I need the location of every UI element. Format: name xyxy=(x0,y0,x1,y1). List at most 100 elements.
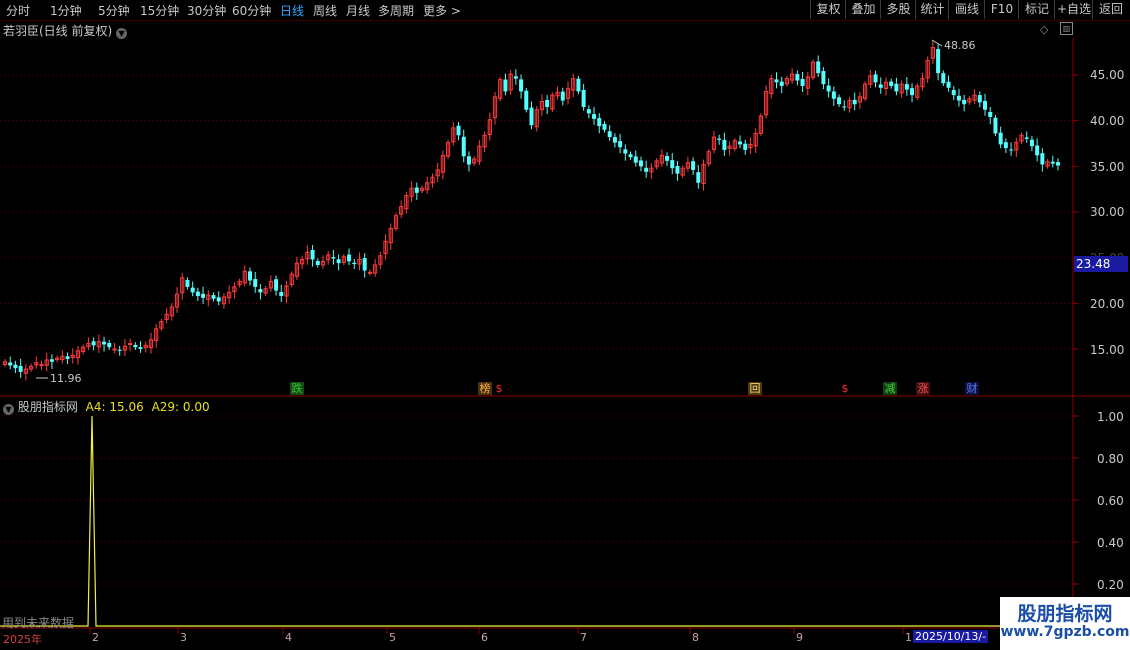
x-tick-aug: 8 xyxy=(692,631,699,644)
candle xyxy=(821,67,826,90)
candle xyxy=(487,112,492,141)
candle-body xyxy=(691,161,696,170)
candle xyxy=(753,128,758,153)
candle-body xyxy=(138,347,143,349)
candle xyxy=(227,285,232,304)
candle xyxy=(221,293,227,309)
candle-body xyxy=(49,359,54,362)
event-marker-rank[interactable]: 榜 xyxy=(478,382,492,395)
indicator-name: 股朋指标网 xyxy=(17,400,78,414)
candle xyxy=(920,72,925,91)
candle xyxy=(341,254,346,266)
candle xyxy=(795,70,800,86)
candle xyxy=(174,287,180,314)
candle-body xyxy=(315,260,320,265)
candle-body xyxy=(128,343,133,346)
candle-body xyxy=(39,364,44,367)
candlestick-series xyxy=(2,40,1060,381)
candle-body xyxy=(117,349,122,351)
candle-body xyxy=(190,287,195,293)
candle xyxy=(993,115,998,137)
event-marker-return[interactable]: 回 xyxy=(748,382,762,395)
candle-body xyxy=(211,295,216,299)
candle xyxy=(863,81,868,102)
event-marker-dollar[interactable]: $ xyxy=(492,382,506,395)
candle-body xyxy=(962,99,967,105)
candle xyxy=(430,173,435,188)
candle xyxy=(691,157,696,175)
chevron-down-icon[interactable]: ▼ xyxy=(3,404,14,415)
candle xyxy=(258,284,263,300)
candle xyxy=(607,125,612,141)
candle xyxy=(519,74,524,99)
candle-body xyxy=(623,149,628,154)
candle xyxy=(456,121,461,141)
y-tick-40: 40.00 xyxy=(1090,114,1125,128)
candle-body xyxy=(279,292,284,297)
candle xyxy=(857,91,863,110)
event-marker-rise[interactable]: 涨 xyxy=(916,382,930,395)
candle xyxy=(44,352,49,372)
candle xyxy=(274,275,279,296)
candle xyxy=(894,77,899,96)
candle-body xyxy=(576,78,581,92)
candle xyxy=(581,83,586,111)
candle-body xyxy=(216,297,221,302)
candle xyxy=(680,165,685,178)
candle xyxy=(190,281,195,297)
x-tick-oct: 1 xyxy=(905,631,912,644)
event-marker-finance[interactable]: 财 xyxy=(965,382,979,395)
candle xyxy=(962,94,967,112)
candle xyxy=(758,113,763,137)
candle-body xyxy=(466,156,471,165)
x-tick-sep: 9 xyxy=(796,631,803,644)
candle xyxy=(649,163,654,179)
candle-body xyxy=(988,111,993,118)
candle xyxy=(816,55,821,78)
candle xyxy=(404,191,409,214)
current-price-tag: 23.48 xyxy=(1074,256,1128,272)
candle xyxy=(289,271,294,288)
high-price-label: 48.86 xyxy=(944,39,976,52)
candle-body xyxy=(91,341,96,346)
candle xyxy=(232,281,237,299)
candle-body xyxy=(18,365,23,372)
candle xyxy=(837,94,842,107)
event-marker-dollar-2[interactable]: $ xyxy=(838,382,852,395)
event-marker-reduce[interactable]: 减 xyxy=(883,382,897,395)
candle xyxy=(800,71,805,92)
candle xyxy=(86,337,91,351)
ind-y-tick-1: 1.00 xyxy=(1097,410,1124,424)
candle xyxy=(915,83,920,101)
candle xyxy=(790,68,795,84)
candle xyxy=(868,69,873,88)
y-tick-30: 30.00 xyxy=(1090,205,1125,219)
candle xyxy=(889,78,894,89)
event-marker-fall[interactable]: 跌 xyxy=(290,382,304,395)
candle xyxy=(102,336,107,352)
indicator-a29-value: A29: 0.00 xyxy=(151,400,210,414)
candle-body xyxy=(795,74,800,81)
candle xyxy=(164,308,169,324)
candle-body xyxy=(910,88,915,96)
candle-body xyxy=(983,100,988,110)
candle xyxy=(967,96,972,105)
candle xyxy=(670,152,675,175)
candle xyxy=(263,285,268,296)
candle-body xyxy=(644,167,649,172)
candle xyxy=(555,86,560,100)
candle xyxy=(529,101,534,130)
candle-body xyxy=(107,342,112,348)
candle xyxy=(722,132,727,156)
candle-body xyxy=(519,79,524,92)
candle xyxy=(18,358,23,378)
candle-body xyxy=(1035,145,1040,156)
candle xyxy=(237,278,242,288)
candle xyxy=(206,290,211,307)
candle-body xyxy=(852,99,857,105)
candle xyxy=(602,121,607,133)
candle-body xyxy=(717,138,722,140)
candle xyxy=(618,134,623,154)
y-tick-35: 35.00 xyxy=(1090,160,1125,174)
candle xyxy=(539,94,545,116)
